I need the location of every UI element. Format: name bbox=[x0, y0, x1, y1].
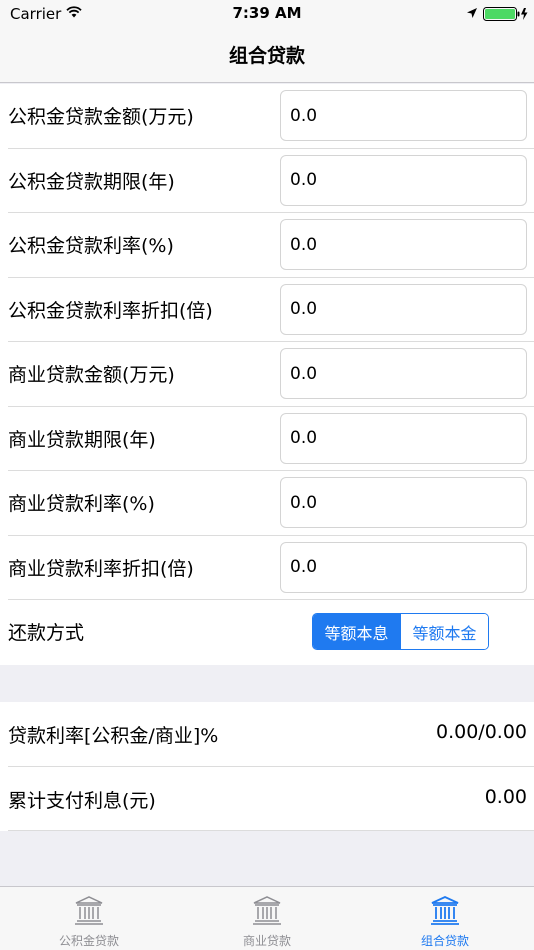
form-row-fund-discount: 公积金贷款利率折扣(倍) bbox=[0, 278, 534, 343]
tab-provident-fund-loan[interactable]: 公积金贷款 bbox=[0, 887, 178, 950]
commercial-amount-input[interactable] bbox=[280, 348, 527, 399]
form-row-fund-rate: 公积金贷款利率(%) bbox=[0, 213, 534, 278]
tab-commercial-loan[interactable]: 商业贷款 bbox=[178, 887, 356, 950]
form-row-fund-amount: 公积金贷款金额(万元) bbox=[0, 84, 534, 149]
status-bar: Carrier 7:39 AM bbox=[0, 0, 534, 28]
fund-term-input[interactable] bbox=[280, 154, 527, 206]
bank-icon bbox=[431, 896, 459, 925]
commercial-amount-label: 商业贷款金额(万元) bbox=[8, 364, 175, 386]
fund-term-label: 公积金贷款期限(年) bbox=[8, 170, 175, 193]
tab-label-commercial-loan: 商业贷款 bbox=[242, 934, 291, 948]
interest-rate-value: 0.00/0.00 bbox=[435, 721, 527, 743]
form-row-commercial-discount: 商业贷款利率折扣(倍) bbox=[0, 536, 534, 601]
form-row-repayment-method: 还款方式 等额本息 等额本金 bbox=[0, 600, 534, 665]
tab-label-combined-loan: 组合贷款 bbox=[420, 934, 469, 948]
fund-discount-label: 公积金贷款利率折扣(倍) bbox=[8, 299, 213, 322]
fund-amount-label: 公积金贷款金额(万元) bbox=[8, 106, 194, 128]
form-row-fund-term: 公积金贷款期限(年) bbox=[0, 149, 534, 214]
bank-icon bbox=[75, 896, 103, 925]
equal-principal-option[interactable]: 等额本金 bbox=[400, 614, 488, 649]
interest-rate-label: 贷款利率[公积金/商业]% bbox=[8, 725, 219, 747]
tab-combined-loan[interactable]: 组合贷款 bbox=[356, 887, 534, 950]
result-row-interest-rate: 贷款利率[公积金/商业]% 0.00/0.00 bbox=[0, 702, 534, 767]
repayment-method-label: 还款方式 bbox=[8, 622, 85, 644]
repayment-method-segmented-control: 等额本息 等额本金 bbox=[312, 613, 489, 650]
fund-discount-input[interactable] bbox=[280, 283, 527, 335]
tab-label-provident-fund-loan: 公积金贷款 bbox=[58, 934, 119, 948]
commercial-rate-input[interactable] bbox=[280, 477, 527, 528]
result-row-total-interest: 累计支付利息(元) 0.00 bbox=[0, 767, 534, 832]
total-interest-value: 0.00 bbox=[484, 785, 527, 808]
page-title: 组合贷款 bbox=[228, 45, 305, 67]
bank-icon bbox=[253, 896, 281, 925]
location-arrow-icon bbox=[467, 8, 477, 18]
fund-rate-label: 公积金贷款利率(%) bbox=[8, 235, 174, 257]
total-interest-label: 累计支付利息(元) bbox=[8, 789, 156, 812]
fund-amount-input[interactable] bbox=[280, 90, 527, 141]
commercial-discount-input[interactable] bbox=[280, 541, 527, 593]
fund-rate-input[interactable] bbox=[280, 219, 527, 270]
navigation-bar: 组合贷款 bbox=[0, 28, 534, 83]
form-row-commercial-amount: 商业贷款金额(万元) bbox=[0, 342, 534, 407]
battery-icon bbox=[483, 7, 528, 21]
results-section: 贷款利率[公积金/商业]% 0.00/0.00 累计支付利息(元) 0.00 bbox=[0, 702, 534, 831]
commercial-term-label: 商业贷款期限(年) bbox=[8, 428, 156, 451]
commercial-discount-label: 商业贷款利率折扣(倍) bbox=[8, 557, 194, 580]
equal-installment-option[interactable]: 等额本息 bbox=[313, 614, 400, 649]
loan-form: 公积金贷款金额(万元) 公积金贷款期限(年) 公积金贷款利率(%) 公积金贷款利… bbox=[0, 84, 534, 665]
tab-bar: 公积金贷款 商业贷款 组合贷款 bbox=[0, 886, 534, 950]
status-time: 7:39 AM bbox=[232, 4, 302, 22]
form-row-commercial-rate: 商业贷款利率(%) bbox=[0, 471, 534, 536]
commercial-rate-label: 商业贷款利率(%) bbox=[8, 493, 155, 515]
form-row-commercial-term: 商业贷款期限(年) bbox=[0, 407, 534, 472]
commercial-term-input[interactable] bbox=[280, 412, 527, 464]
